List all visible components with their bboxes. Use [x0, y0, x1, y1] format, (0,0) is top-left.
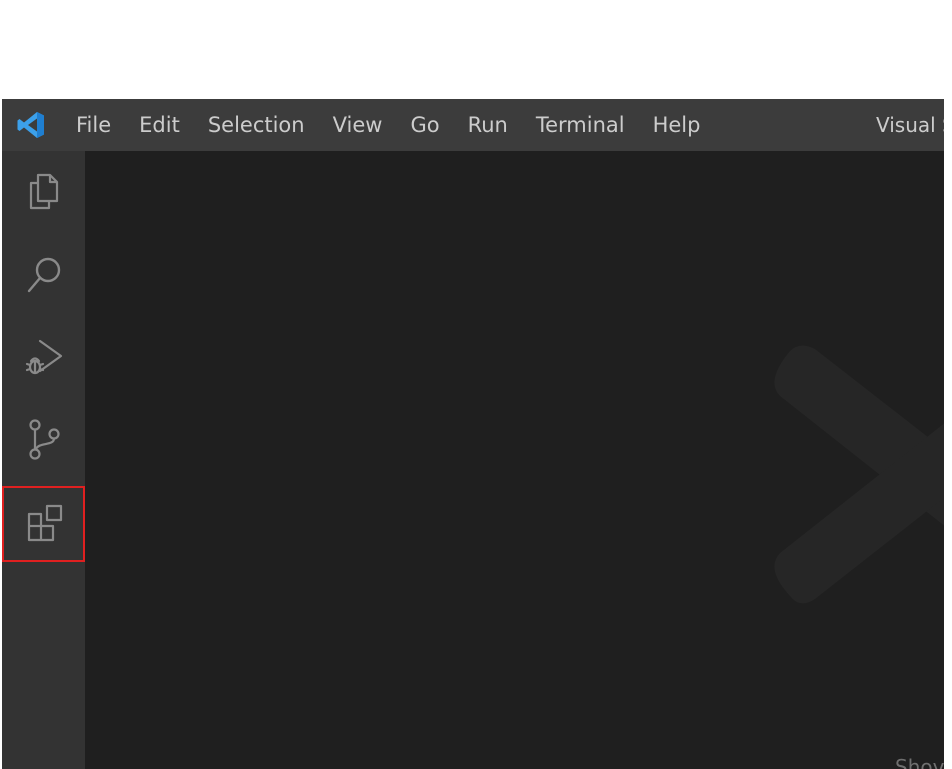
- welcome-hint-text: Shov: [895, 755, 944, 769]
- activity-source-control[interactable]: [2, 401, 85, 477]
- search-icon: [27, 257, 60, 293]
- menu-go[interactable]: Go: [396, 99, 453, 151]
- vscode-window: File Edit Selection View Go Run Terminal…: [2, 99, 944, 769]
- menu-edit[interactable]: Edit: [125, 99, 194, 151]
- activity-bar: [2, 151, 85, 769]
- menu-terminal[interactable]: Terminal: [522, 99, 639, 151]
- files-icon: [29, 173, 58, 210]
- source-control-icon: [28, 419, 60, 460]
- vscode-watermark-icon: [774, 345, 944, 604]
- vscode-logo-icon[interactable]: [16, 110, 46, 140]
- activity-extensions[interactable]: [2, 486, 85, 562]
- menu-bar: File Edit Selection View Go Run Terminal…: [60, 99, 714, 151]
- activity-explorer[interactable]: [2, 153, 85, 229]
- menu-run[interactable]: Run: [454, 99, 522, 151]
- menu-file[interactable]: File: [60, 99, 125, 151]
- menu-view[interactable]: View: [319, 99, 397, 151]
- menu-selection[interactable]: Selection: [194, 99, 319, 151]
- activity-run-debug[interactable]: [2, 319, 85, 395]
- window-title: Visual S: [876, 113, 944, 137]
- activity-search[interactable]: [2, 237, 85, 313]
- title-bar: File Edit Selection View Go Run Terminal…: [2, 99, 944, 151]
- editor-area: Shov: [85, 151, 944, 769]
- extensions-icon: [27, 504, 62, 542]
- menu-help[interactable]: Help: [639, 99, 715, 151]
- debug-icon: [25, 339, 62, 375]
